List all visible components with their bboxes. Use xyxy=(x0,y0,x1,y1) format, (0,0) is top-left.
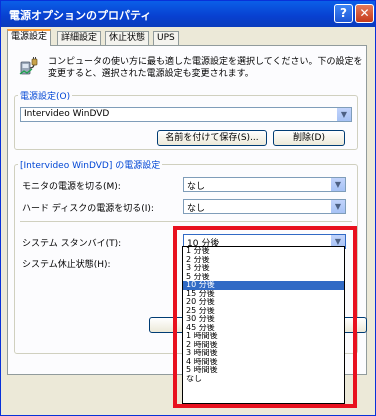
disk-off-value: なし xyxy=(187,204,206,214)
monitor-off-select[interactable]: なし ▼ xyxy=(183,177,346,192)
annotation-highlight-box xyxy=(173,226,357,408)
power-scheme-value: Intervideo WinDVD xyxy=(24,109,110,119)
chevron-down-icon[interactable]: ▼ xyxy=(336,108,351,121)
tab-power-schemes[interactable]: 電源設定 xyxy=(7,29,52,46)
delete-button[interactable]: 削除(D) xyxy=(273,130,345,146)
monitor-off-value: なし xyxy=(187,182,206,192)
intro-text-line2: 変更すると、選択された電源設定も変更されます。 xyxy=(48,69,254,79)
save-as-button[interactable]: 名前を付けて保存(S)... xyxy=(157,130,267,146)
hibernate-label: システム休止状態(H): xyxy=(22,260,111,270)
settings-divider xyxy=(20,221,352,222)
chevron-down-icon[interactable]: ▼ xyxy=(330,200,345,213)
monitor-off-label: モニタの電源を切る(M): xyxy=(22,182,121,192)
close-button[interactable]: ✕ xyxy=(355,4,374,23)
chevron-down-icon[interactable]: ▼ xyxy=(330,178,345,191)
scheme-settings-legend: [Intervideo WinDVD] の電源設定 xyxy=(18,158,163,171)
window-title: 電源オプションのプロパティ xyxy=(9,9,152,22)
help-button[interactable]: ? xyxy=(334,4,353,23)
power-options-window: 電源オプションのプロパティ ? ✕ 電源設定 詳細設定 休止状態 UPS コンピ… xyxy=(0,0,376,416)
power-plug-icon xyxy=(18,56,40,78)
title-bar[interactable]: 電源オプションのプロパティ ? ✕ xyxy=(1,1,375,27)
power-scheme-select[interactable]: Intervideo WinDVD ▼ xyxy=(20,107,352,122)
tab-ups[interactable]: UPS xyxy=(153,31,179,45)
disk-off-label: ハード ディスクの電源を切る(I): xyxy=(22,204,154,214)
standby-label: システム スタンバイ(T): xyxy=(22,239,122,249)
tab-hibernate[interactable]: 休止状態 xyxy=(105,31,150,45)
tab-advanced[interactable]: 詳細設定 xyxy=(57,31,102,45)
power-scheme-legend: 電源設定(O) xyxy=(18,89,73,102)
disk-off-select[interactable]: なし ▼ xyxy=(183,199,346,214)
